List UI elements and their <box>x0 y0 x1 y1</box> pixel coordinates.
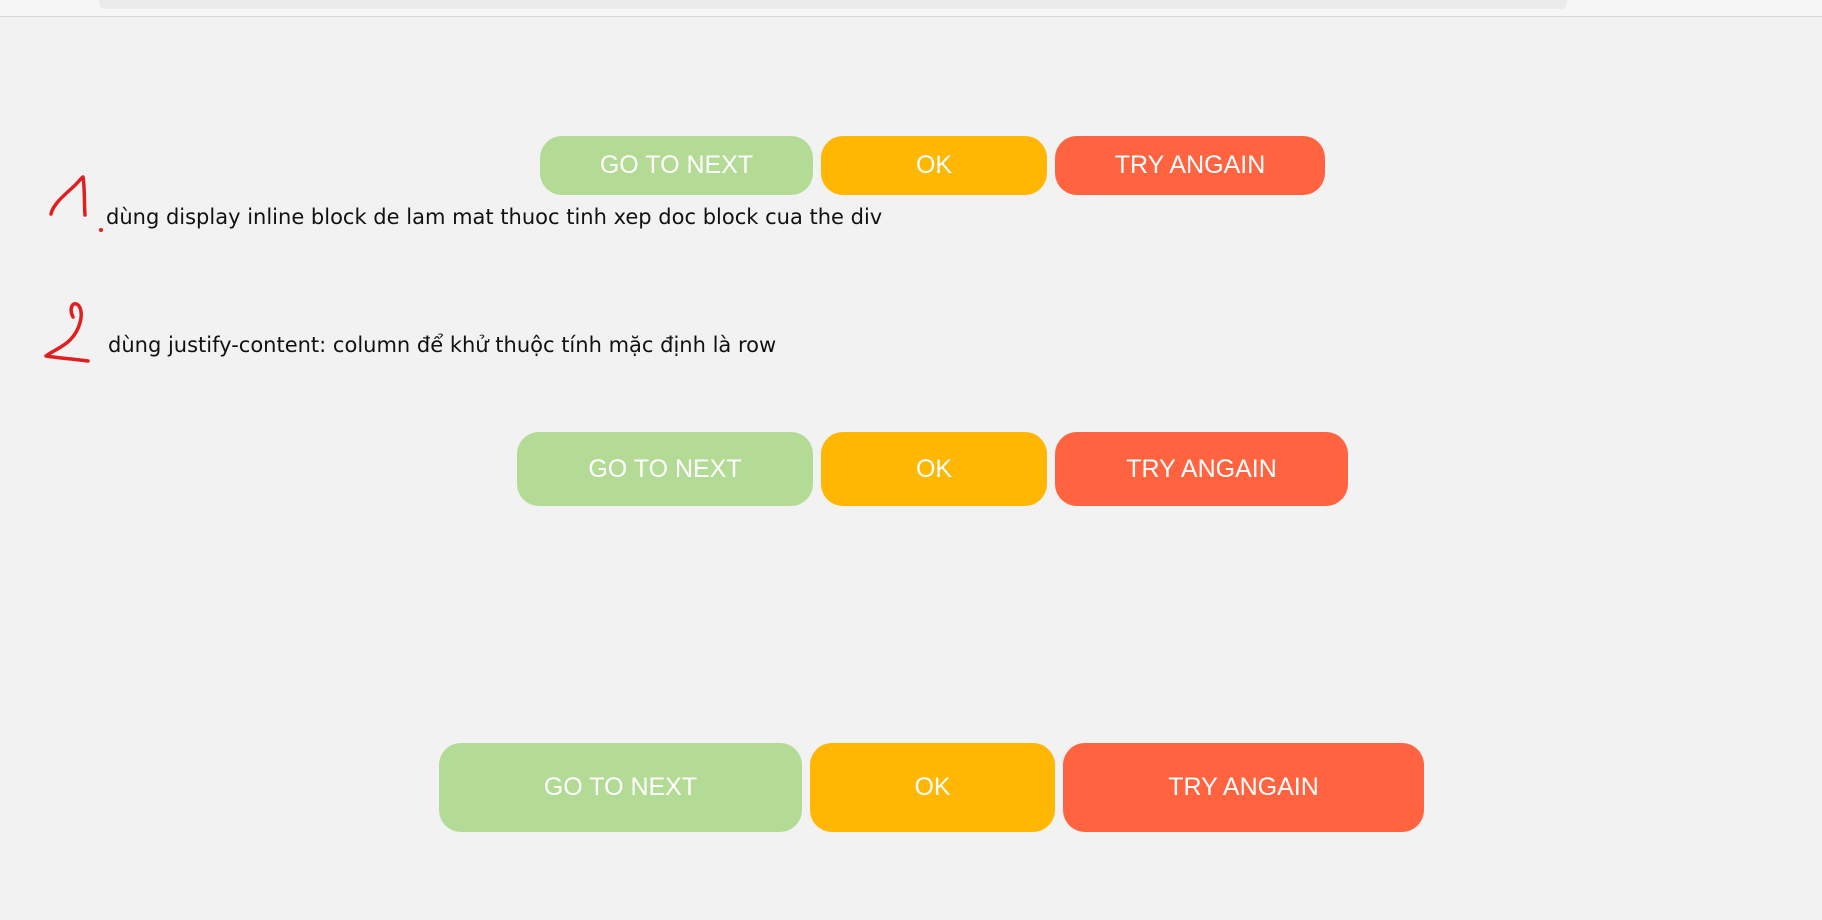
go-to-next-button[interactable]: GO TO NEXT <box>517 432 813 506</box>
address-bar[interactable] <box>99 0 1567 9</box>
button-row-2: GO TO NEXT OK TRY ANGAIN <box>517 432 1348 506</box>
button-row-3: GO TO NEXT OK TRY ANGAIN <box>439 743 1424 832</box>
handwritten-number-1-annotation <box>49 175 103 232</box>
note-1-text: dùng display inline block de lam mat thu… <box>106 205 883 229</box>
go-to-next-button[interactable]: GO TO NEXT <box>540 136 813 195</box>
try-again-button[interactable]: TRY ANGAIN <box>1055 136 1325 195</box>
note-2-text: dùng justify-content: column để khử thuộ… <box>108 333 777 357</box>
try-again-button[interactable]: TRY ANGAIN <box>1055 432 1348 506</box>
button-row-1: GO TO NEXT OK TRY ANGAIN <box>540 136 1325 195</box>
ok-button[interactable]: OK <box>810 743 1055 832</box>
ok-button[interactable]: OK <box>821 432 1047 506</box>
handwritten-number-2-annotation <box>44 302 90 363</box>
ok-button[interactable]: OK <box>821 136 1047 195</box>
browser-top-bar <box>0 0 1822 17</box>
go-to-next-button[interactable]: GO TO NEXT <box>439 743 802 832</box>
try-again-button[interactable]: TRY ANGAIN <box>1063 743 1424 832</box>
